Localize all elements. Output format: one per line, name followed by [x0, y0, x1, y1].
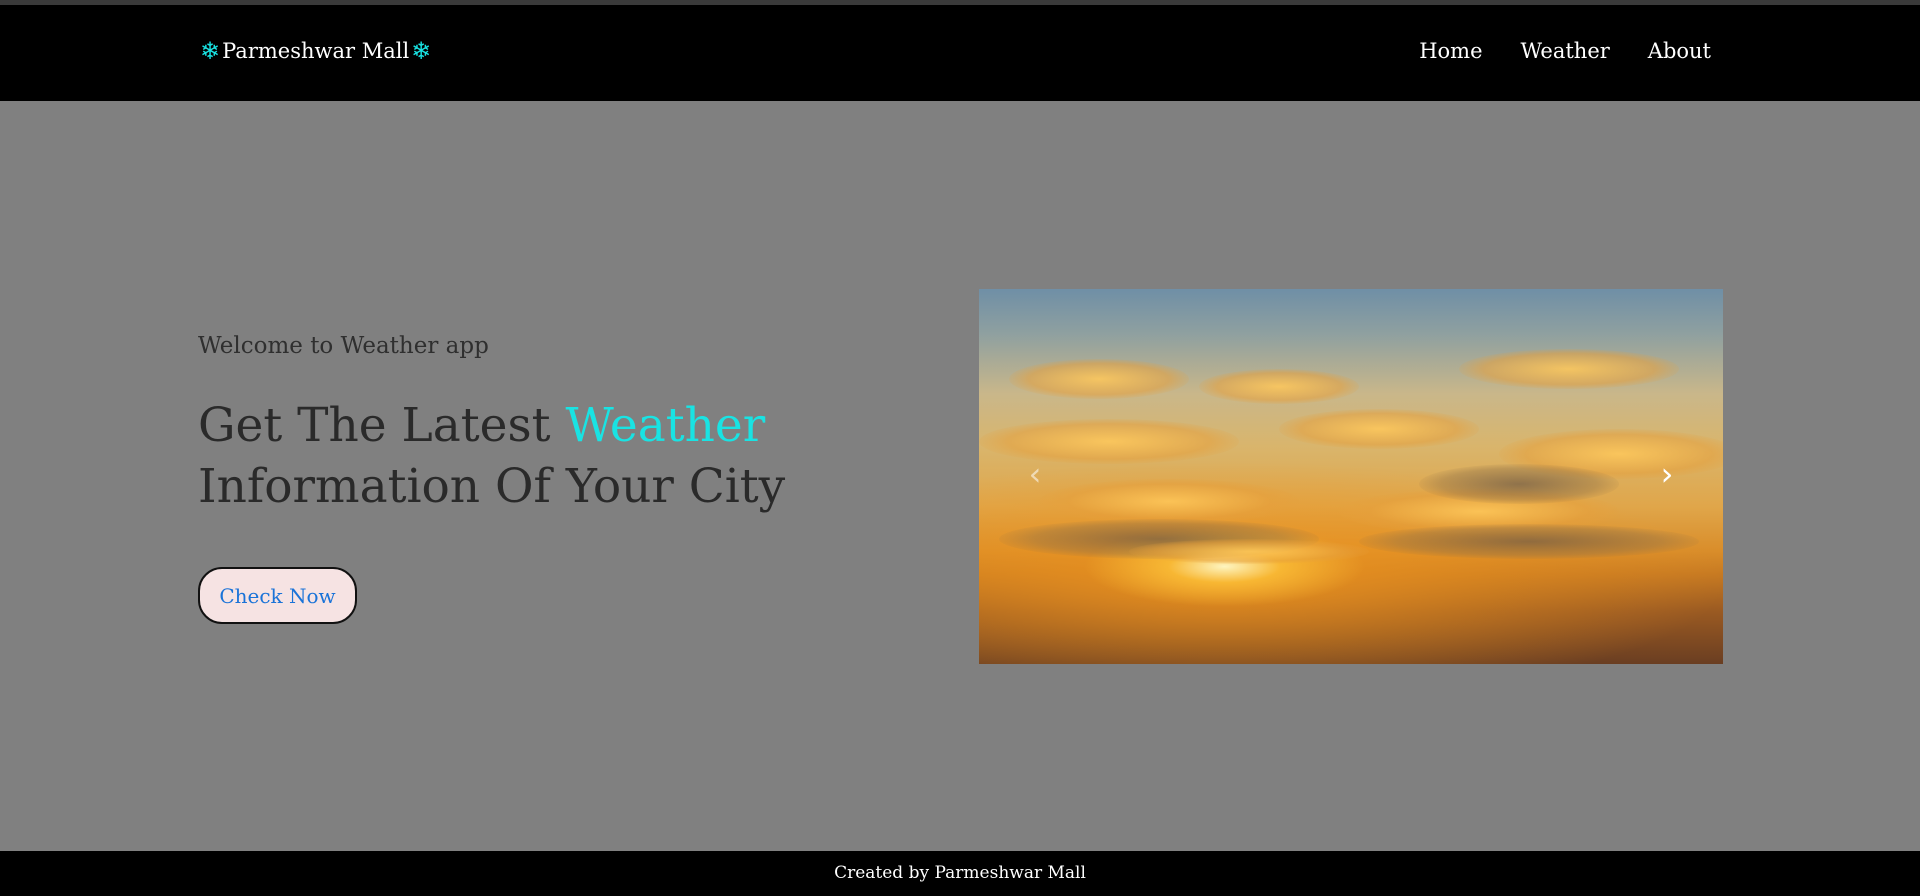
- carousel-next-icon[interactable]: ›: [1647, 454, 1687, 494]
- carousel-image: [979, 289, 1723, 664]
- cloud: [1039, 479, 1299, 524]
- snowflake-icon: ❄: [200, 37, 221, 65]
- cloud: [1359, 524, 1699, 559]
- image-carousel: ‹ ›: [979, 289, 1723, 664]
- cloud: [1129, 539, 1369, 564]
- carousel-prev-icon[interactable]: ‹: [1015, 454, 1055, 494]
- brand-name: Parmeshwar Mall: [222, 39, 410, 63]
- cloud: [1279, 409, 1479, 449]
- welcome-text: Welcome to Weather app: [198, 333, 489, 359]
- check-now-button[interactable]: Check Now: [198, 567, 357, 624]
- footer: Created by Parmeshwar Mall: [0, 851, 1920, 896]
- footer-credit: Created by Parmeshwar Mall: [834, 863, 1086, 883]
- nav-link-weather[interactable]: Weather: [1521, 39, 1610, 63]
- cloud: [1009, 359, 1189, 399]
- snowflake-icon: ❄: [411, 37, 432, 65]
- navbar: ❄ Parmeshwar Mall ❄ Home Weather About: [0, 5, 1920, 101]
- cloud: [1459, 349, 1679, 389]
- cloud: [1199, 369, 1359, 404]
- nav-links: Home Weather About: [1419, 39, 1711, 63]
- hero-headline: Get The Latest Weather Information Of Yo…: [198, 395, 898, 517]
- cloud: [1419, 464, 1619, 504]
- nav-link-about[interactable]: About: [1648, 39, 1711, 63]
- headline-post: Information Of Your City: [198, 459, 786, 514]
- headline-accent: Weather: [565, 398, 766, 453]
- headline-pre: Get The Latest: [198, 398, 566, 453]
- brand-link[interactable]: ❄ Parmeshwar Mall ❄: [200, 39, 431, 63]
- nav-link-home[interactable]: Home: [1419, 39, 1482, 63]
